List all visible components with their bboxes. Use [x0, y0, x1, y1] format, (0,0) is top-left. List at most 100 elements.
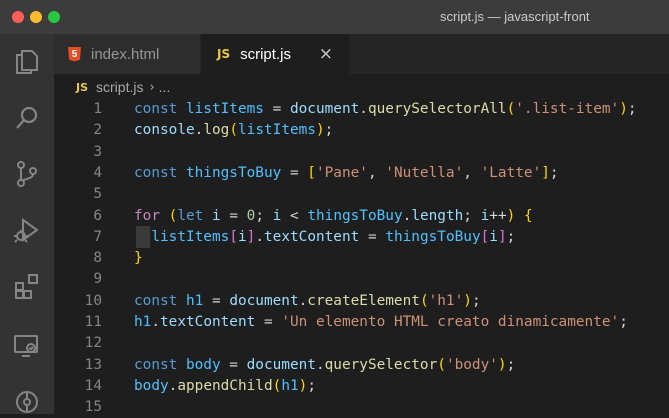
code-line[interactable]: 12 [54, 332, 669, 354]
code-token: ; [471, 292, 481, 309]
code-token: document [229, 292, 299, 309]
code-token: ( [506, 101, 516, 117]
js-file-icon: JS [76, 80, 89, 94]
code-token: ; [255, 207, 273, 224]
code-line[interactable]: 4 const thingsToBuy = ['Pane', 'Nutella',… [54, 162, 669, 184]
minimize-window-button[interactable] [30, 11, 42, 23]
tab-script-js[interactable]: JS script.js × [201, 34, 349, 74]
code-token: textContent [264, 228, 360, 245]
code-token: 'h1' [428, 292, 464, 309]
code-token: 'Nutella' [385, 164, 464, 181]
search-icon[interactable] [11, 102, 43, 134]
code-token: , [367, 164, 386, 181]
code-token: i [211, 207, 221, 224]
extensions-icon[interactable] [11, 270, 43, 302]
code-token: const [134, 164, 186, 181]
code-token: . [298, 292, 308, 309]
code-token: const [134, 292, 186, 309]
run-debug-icon[interactable] [11, 214, 43, 246]
tab-index-html[interactable]: 5 index.html [54, 34, 200, 74]
code-token: ( [437, 356, 446, 373]
code-line[interactable]: 11 h1.textContent = 'Un elemento HTML cre… [54, 311, 669, 333]
code-token: listItems [238, 122, 316, 139]
close-window-button[interactable] [12, 11, 24, 23]
window-title: script.js — javascript-front [440, 9, 590, 24]
code-editor[interactable]: 1 const listItems = document.querySelecto… [54, 98, 669, 415]
code-token: 'Latte' [480, 164, 542, 181]
code-token: ; [619, 314, 628, 330]
code-token: . [359, 101, 368, 117]
line-number: 12 [84, 335, 102, 352]
code-token: 'body' [445, 356, 498, 373]
tab-bar: 5 index.html JS script.js × [54, 34, 669, 74]
code-token: body [185, 356, 221, 373]
code-token: , [463, 164, 481, 181]
code-token: ; [307, 377, 316, 394]
code-token: const [134, 356, 186, 373]
code-token: [ [229, 228, 238, 245]
git-graph-icon[interactable] [11, 386, 43, 418]
line-number: 9 [93, 271, 102, 288]
code-token: [ [307, 164, 316, 181]
code-text: const body = document.querySelector('bod… [134, 354, 515, 376]
code-token: } [134, 250, 143, 267]
code-token: document [289, 101, 360, 117]
code-token: '.list-item' [515, 101, 620, 117]
line-number: 3 [93, 143, 102, 160]
code-token: length [411, 207, 464, 224]
code-token: ) [298, 377, 308, 394]
code-token: ] [497, 228, 507, 245]
line-number: 15 [84, 399, 102, 416]
code-token: h1 [281, 377, 299, 394]
code-token: textContent [160, 314, 256, 330]
code-line[interactable]: 13 const body = document.querySelector('b… [54, 354, 669, 376]
line-number: 14 [84, 377, 102, 394]
code-token: h1 [185, 292, 204, 309]
code-line[interactable]: 9 [54, 268, 669, 290]
code-line[interactable]: 2 console.log(listItems); [54, 119, 669, 141]
code-text: const listItems = document.querySelector… [134, 98, 637, 120]
code-token: = [281, 164, 308, 181]
code-line[interactable]: 10 const h1 = document.createElement('h1'… [54, 290, 669, 312]
code-token: createElement [307, 292, 420, 309]
line-number: 4 [93, 164, 102, 181]
code-line[interactable]: 8} [54, 247, 669, 269]
title-bar: script.js — javascript-front [0, 0, 669, 34]
code-token: h1 [134, 314, 152, 330]
breadcrumb-symbols[interactable]: ... [159, 79, 171, 95]
code-token: ; [324, 122, 334, 139]
code-token: . [315, 356, 325, 373]
code-token: let [177, 207, 212, 224]
close-tab-icon[interactable]: × [319, 44, 333, 64]
code-token: ) [315, 122, 325, 139]
code-token: ( [272, 377, 282, 394]
maximize-window-button[interactable] [48, 11, 60, 23]
code-line[interactable]: 7 listItems[i].textContent = thingsToBuy… [54, 225, 669, 248]
code-token: ( [229, 122, 238, 139]
code-token: const [134, 101, 186, 117]
breadcrumb-file[interactable]: script.js [96, 79, 143, 95]
code-line[interactable]: 14 body.appendChild(h1); [54, 375, 669, 397]
code-line[interactable]: 5 [54, 183, 669, 205]
code-line[interactable]: 1 const listItems = document.querySelecto… [54, 98, 669, 120]
code-token: = [359, 228, 386, 245]
explorer-icon[interactable] [11, 46, 43, 78]
code-line[interactable]: 6 for (let i = 0; i < thingsToBuy.length;… [54, 205, 669, 227]
code-token: document [246, 356, 316, 373]
activity-bar [0, 34, 54, 414]
breadcrumb: JS script.js › ... [54, 74, 669, 100]
code-token: = [255, 314, 282, 330]
code-text: body.appendChild(h1); [134, 375, 316, 397]
line-number: 2 [93, 122, 102, 139]
code-token: < [281, 207, 308, 224]
source-control-icon[interactable] [11, 158, 43, 190]
code-token: i [237, 228, 247, 245]
line-number: 13 [84, 356, 102, 373]
code-line[interactable]: 15 [54, 396, 669, 418]
code-text: } [134, 247, 143, 269]
code-token: thingsToBuy [307, 207, 403, 224]
remote-explorer-icon[interactable] [11, 330, 43, 362]
code-line[interactable]: 3 [54, 141, 669, 163]
line-number: 11 [84, 314, 102, 330]
